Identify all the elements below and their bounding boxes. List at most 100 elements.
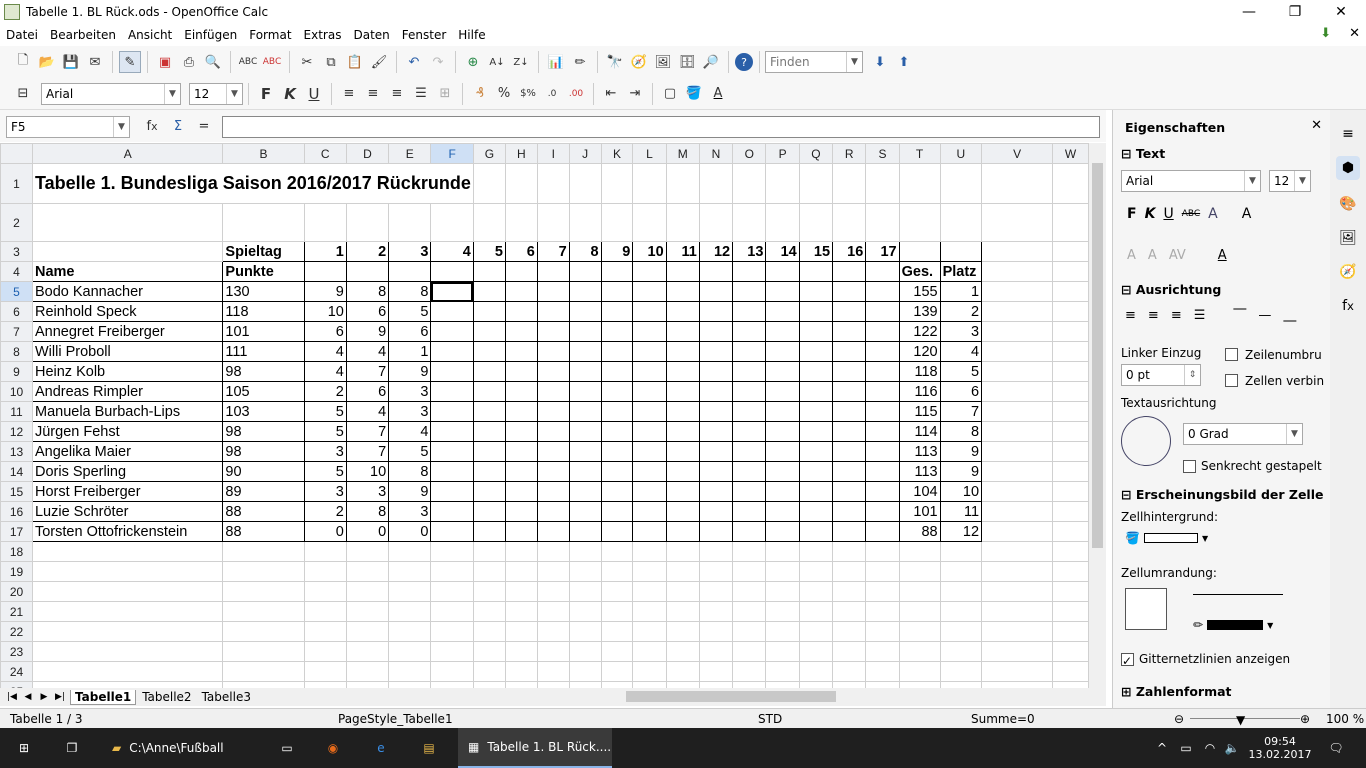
cell-p1[interactable] xyxy=(765,163,800,204)
cell-v12[interactable] xyxy=(981,421,1054,442)
cell-d10[interactable]: 6 xyxy=(345,381,390,402)
cell-g18[interactable] xyxy=(472,541,506,562)
align-center-icon[interactable]: ≡ xyxy=(362,83,384,105)
cell-r15[interactable] xyxy=(832,481,867,502)
cell-e7[interactable]: 6 xyxy=(388,321,432,342)
cell-h4[interactable] xyxy=(504,261,538,282)
cell-s6[interactable] xyxy=(865,301,900,322)
cell-n18[interactable] xyxy=(698,541,734,562)
cell-k1[interactable] xyxy=(600,163,634,204)
cell-k19[interactable] xyxy=(600,561,634,582)
column-header-n[interactable]: N xyxy=(698,143,734,164)
cell-w9[interactable] xyxy=(1052,361,1089,382)
cell-b11[interactable]: 103 xyxy=(222,401,305,422)
cell-l14[interactable] xyxy=(632,461,667,482)
appearance-section-header[interactable]: ⊟ Erscheinungsbild der Zelle xyxy=(1121,487,1323,502)
align-left-icon[interactable]: ≡ xyxy=(338,83,360,105)
percent-format-icon[interactable]: % xyxy=(493,83,515,105)
wrap-checkbox[interactable] xyxy=(1225,348,1238,361)
cell-t7[interactable]: 122 xyxy=(898,321,941,342)
cell-u1[interactable] xyxy=(939,163,983,204)
cell-n12[interactable] xyxy=(698,421,734,442)
cell-g19[interactable] xyxy=(472,561,506,582)
cell-n23[interactable] xyxy=(698,641,734,662)
cell-w18[interactable] xyxy=(1052,541,1089,562)
cell-h8[interactable] xyxy=(504,341,538,362)
cell-e15[interactable]: 9 xyxy=(388,481,432,502)
cell-q12[interactable] xyxy=(798,421,834,442)
cell-s18[interactable] xyxy=(865,541,900,562)
cell-p2[interactable] xyxy=(765,203,800,242)
cell-p22[interactable] xyxy=(765,621,800,642)
cell-t19[interactable] xyxy=(898,561,941,582)
background-color-icon[interactable]: 🪣 xyxy=(683,83,705,105)
cell-q19[interactable] xyxy=(798,561,834,582)
stacked-checkbox[interactable] xyxy=(1183,460,1196,473)
download-icon[interactable]: ⬇ xyxy=(1320,26,1331,41)
column-header-g[interactable]: G xyxy=(472,143,506,164)
cell-s17[interactable] xyxy=(865,521,900,542)
cell-w6[interactable] xyxy=(1052,301,1089,322)
navigator-icon[interactable]: 🧭 xyxy=(628,51,650,73)
row-header[interactable]: 20 xyxy=(0,581,33,602)
cell-g2[interactable] xyxy=(472,203,506,242)
cell-c12[interactable]: 5 xyxy=(303,421,347,442)
cell-t24[interactable] xyxy=(898,661,941,682)
cell-r13[interactable] xyxy=(832,441,867,462)
copy-icon[interactable]: ⧉ xyxy=(320,51,342,73)
cell-p11[interactable] xyxy=(765,401,800,422)
cell-n17[interactable] xyxy=(698,521,734,542)
cell-t11[interactable]: 115 xyxy=(898,401,941,422)
cell-a22[interactable] xyxy=(31,621,224,642)
column-header-o[interactable]: O xyxy=(732,143,767,164)
cell-q17[interactable] xyxy=(798,521,834,542)
align-right-icon[interactable]: ≡ xyxy=(386,83,408,105)
cell-w5[interactable] xyxy=(1052,281,1089,302)
row-header[interactable]: 3 xyxy=(0,241,33,262)
tray-chevron-icon[interactable]: ^ xyxy=(1152,728,1172,768)
cell-r6[interactable] xyxy=(832,301,867,322)
column-header-q[interactable]: Q xyxy=(798,143,834,164)
row-header[interactable]: 6 xyxy=(0,301,33,322)
cell-d3[interactable]: 2 xyxy=(345,241,390,262)
cell-b17[interactable]: 88 xyxy=(222,521,305,542)
cell-j10[interactable] xyxy=(568,381,602,402)
cell-i17[interactable] xyxy=(536,521,570,542)
cell-n7[interactable] xyxy=(698,321,734,342)
gridlines-checkbox[interactable]: ✓ xyxy=(1121,653,1134,668)
cell-a10[interactable]: Andreas Rimpler xyxy=(31,381,224,402)
cut-icon[interactable]: ✂ xyxy=(296,51,318,73)
cell-t2[interactable] xyxy=(898,203,941,242)
cell-l24[interactable] xyxy=(632,661,667,682)
cell-w16[interactable] xyxy=(1052,501,1089,522)
row-header[interactable]: 9 xyxy=(0,361,33,382)
cell-i23[interactable] xyxy=(536,641,570,662)
cell-p5[interactable] xyxy=(765,281,800,302)
cell-d22[interactable] xyxy=(345,621,390,642)
cell-s22[interactable] xyxy=(865,621,900,642)
styles-tab-icon[interactable]: 🎨 xyxy=(1336,192,1360,216)
cell-t13[interactable]: 113 xyxy=(898,441,941,462)
cell-m1[interactable] xyxy=(665,163,700,204)
cell-s10[interactable] xyxy=(865,381,900,402)
spreadsheet-grid[interactable]: ABCDEFGHIJKLMNOPQRSTUVW 1 Tabelle 1. Bund… xyxy=(0,143,1089,688)
cell-s5[interactable] xyxy=(865,281,900,302)
sidebar-underline-icon[interactable]: U xyxy=(1163,206,1173,222)
cell-q4[interactable] xyxy=(798,261,834,282)
cell-u6[interactable]: 2 xyxy=(939,301,983,322)
column-header-l[interactable]: L xyxy=(632,143,667,164)
cell-o19[interactable] xyxy=(732,561,767,582)
cell-u24[interactable] xyxy=(939,661,983,682)
cell-l12[interactable] xyxy=(632,421,667,442)
cell-j12[interactable] xyxy=(568,421,602,442)
cell-a18[interactable] xyxy=(31,541,224,562)
cell-c23[interactable] xyxy=(303,641,347,662)
cell-e10[interactable]: 3 xyxy=(388,381,432,402)
cell-b22[interactable] xyxy=(222,621,305,642)
cell-d16[interactable]: 8 xyxy=(345,501,390,522)
cell-g4[interactable] xyxy=(472,261,506,282)
cell-v16[interactable] xyxy=(981,501,1054,522)
cell-j20[interactable] xyxy=(568,581,602,602)
cell-l21[interactable] xyxy=(632,601,667,622)
cell-c3[interactable]: 1 xyxy=(303,241,347,262)
